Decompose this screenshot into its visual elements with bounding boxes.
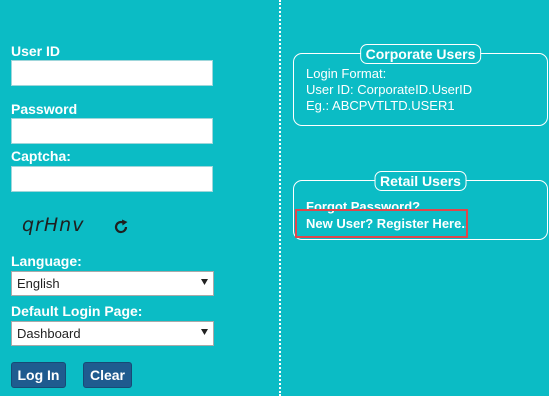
clear-button[interactable]: Clear: [83, 362, 132, 388]
language-selected-value: English: [17, 276, 60, 291]
retail-users-panel: Retail Users Forgot Password? New User? …: [293, 171, 548, 240]
captcha-input[interactable]: [11, 166, 213, 192]
column-divider: [279, 0, 281, 396]
refresh-icon[interactable]: [112, 218, 130, 236]
captcha-label: Captcha:: [11, 148, 71, 164]
dropdown-arrow-icon: [201, 329, 208, 335]
corporate-users-title: Corporate Users: [359, 44, 482, 64]
user-id-input[interactable]: [11, 60, 213, 86]
captcha-image: qrHnv: [22, 214, 85, 236]
default-login-page-selected-value: Dashboard: [17, 326, 81, 341]
user-id-label: User ID: [11, 43, 61, 59]
default-login-page-select[interactable]: Dashboard: [11, 321, 214, 346]
new-user-register-link[interactable]: New User? Register Here..: [306, 216, 469, 231]
login-format-user-id: User ID: CorporateID.UserID: [306, 82, 473, 97]
language-label: Language:: [11, 253, 82, 269]
password-input[interactable]: [11, 118, 213, 144]
retail-users-title: Retail Users: [374, 171, 467, 191]
forgot-password-link[interactable]: Forgot Password?: [306, 199, 420, 214]
password-label: Password: [11, 101, 78, 117]
language-select[interactable]: English: [11, 271, 214, 296]
login-format-label: Login Format:: [306, 66, 387, 81]
login-button[interactable]: Log In: [11, 362, 66, 388]
login-format-example: Eg.: ABCPVTLTD.USER1: [306, 98, 455, 113]
corporate-users-panel: Corporate Users Login Format: User ID: C…: [293, 44, 548, 126]
dropdown-arrow-icon: [201, 279, 208, 285]
default-login-page-label: Default Login Page:: [11, 303, 143, 319]
